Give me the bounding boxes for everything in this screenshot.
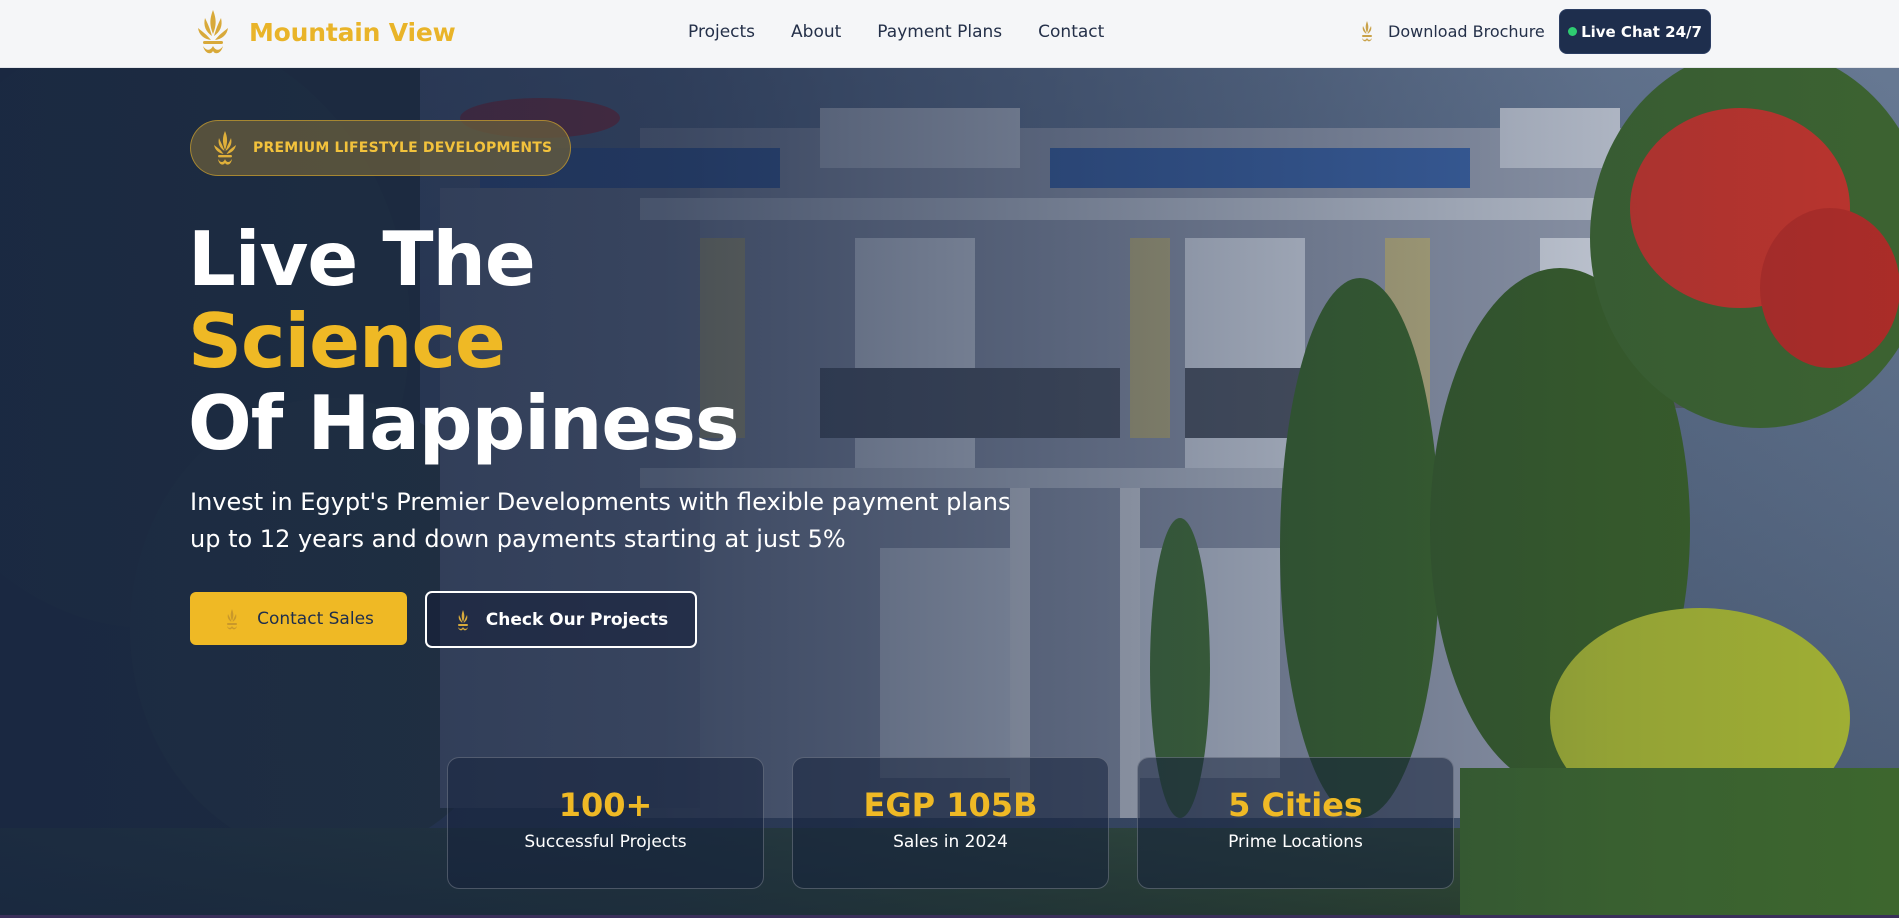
check-projects-label: Check Our Projects — [485, 609, 669, 630]
stat-label: Successful Projects — [524, 832, 687, 852]
hero-section: PREMIUM LIFESTYLE DEVELOPMENTS Live The … — [0, 68, 1899, 918]
stat-value: 5 Cities — [1228, 786, 1363, 824]
live-chat-button[interactable]: Live Chat 24/7 — [1559, 9, 1711, 54]
premium-badge-label: PREMIUM LIFESTYLE DEVELOPMENTS — [253, 140, 553, 156]
stat-card-locations: 5 Cities Prime Locations — [1137, 757, 1454, 889]
nav-link-about[interactable]: About — [791, 22, 841, 42]
hero-subtitle-line-2: up to 12 years and down payments startin… — [190, 525, 846, 553]
stat-label: Sales in 2024 — [893, 832, 1008, 852]
emblem-icon — [214, 131, 236, 165]
download-brochure-link[interactable]: Download Brochure — [1358, 20, 1545, 42]
emblem-icon — [227, 608, 238, 629]
hero-headline: Live The Science Of Happiness — [188, 218, 739, 464]
brand-name: Mountain View — [249, 17, 456, 47]
contact-sales-button[interactable]: Contact Sales — [190, 592, 407, 645]
online-status-dot — [1568, 27, 1578, 36]
top-navbar: Mountain View Projects About Payment Pla… — [0, 0, 1899, 68]
stat-value: EGP 105B — [863, 786, 1038, 824]
nav-link-projects[interactable]: Projects — [688, 22, 755, 42]
download-brochure-label: Download Brochure — [1388, 21, 1545, 41]
emblem-icon — [457, 609, 468, 630]
nav-link-payment-plans[interactable]: Payment Plans — [877, 22, 1002, 42]
main-nav: Projects About Payment Plans Contact — [688, 0, 1104, 64]
brand-logo-link[interactable]: Mountain View — [193, 8, 456, 56]
stat-card-sales: EGP 105B Sales in 2024 — [792, 757, 1109, 889]
hero-subtitle-line-1: Invest in Egypt's Premier Developments w… — [190, 488, 1011, 516]
headline-line-2: Science — [188, 297, 506, 385]
headline-line-3: Of Happiness — [188, 379, 739, 467]
golden-flame-emblem-icon — [198, 10, 228, 54]
check-projects-button[interactable]: Check Our Projects — [425, 591, 697, 648]
live-chat-label: Live Chat 24/7 — [1581, 22, 1702, 41]
stat-label: Prime Locations — [1228, 832, 1363, 852]
contact-sales-label: Contact Sales — [257, 608, 374, 629]
premium-badge: PREMIUM LIFESTYLE DEVELOPMENTS — [190, 120, 572, 176]
emblem-icon — [1362, 21, 1372, 42]
headline-line-1: Live The — [188, 215, 536, 303]
stat-value: 100+ — [558, 786, 653, 824]
hero-subtitle: Invest in Egypt's Premier Developments w… — [190, 484, 1090, 558]
stat-card-projects: 100+ Successful Projects — [447, 757, 764, 889]
nav-link-contact[interactable]: Contact — [1038, 22, 1104, 42]
